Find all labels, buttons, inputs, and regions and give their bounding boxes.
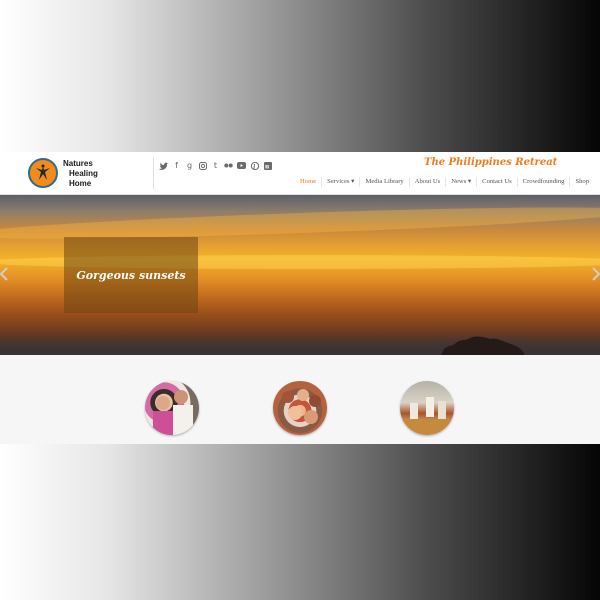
hero-slider[interactable]: Gorgeous sunsets [0,195,600,355]
pinterest-icon[interactable] [249,160,260,171]
twitter-icon[interactable] [158,160,169,171]
slide-caption: Gorgeous sunsets [76,268,186,282]
brand-line-3: Home [69,179,92,188]
nav-item-services[interactable]: Services ▾ [321,177,359,187]
facebook-icon[interactable]: f [171,160,182,171]
chevron-left-icon[interactable] [0,267,8,281]
tumblr-icon[interactable]: t [210,160,221,171]
instagram-icon[interactable] [197,160,208,171]
flickr-icon[interactable] [223,160,234,171]
brand-name[interactable]: Natures Healing Home [63,159,98,189]
nav-item-home[interactable]: Home [295,177,321,187]
website-frame: Natures Healing Home f g t The Philippin… [0,152,600,444]
site-tagline: The Philippines Retreat [424,157,558,168]
brand-line-1: Natures [63,159,93,168]
google-plus-icon[interactable]: g [184,160,195,171]
main-nav: Home Services ▾ Media Library About Us N… [295,177,594,187]
nav-item-about-us[interactable]: About Us [408,177,445,187]
featured-thumbnails [0,355,600,444]
linkedin-icon[interactable] [262,160,273,171]
nav-item-contact-us[interactable]: Contact Us [476,177,517,187]
slide-caption-box: Gorgeous sunsets [64,237,198,313]
group-photo[interactable] [273,381,327,435]
event-photo[interactable] [400,381,454,435]
children-photo[interactable] [145,381,199,435]
youtube-icon[interactable] [236,160,247,171]
yoga-pose-logo-icon[interactable] [28,158,58,188]
nav-item-news[interactable]: News ▾ [445,177,476,187]
nav-item-crowdfounding[interactable]: Crowdfounding [516,177,570,187]
chevron-right-icon[interactable] [592,267,600,281]
header-divider [153,157,154,189]
site-header: Natures Healing Home f g t The Philippin… [0,152,600,195]
nav-item-media-library[interactable]: Media Library [359,177,408,187]
tree-silhouette [441,336,524,355]
brand-line-2: Healing [69,169,98,178]
nav-item-shop[interactable]: Shop [569,177,594,187]
social-icons: f g t [158,160,273,171]
